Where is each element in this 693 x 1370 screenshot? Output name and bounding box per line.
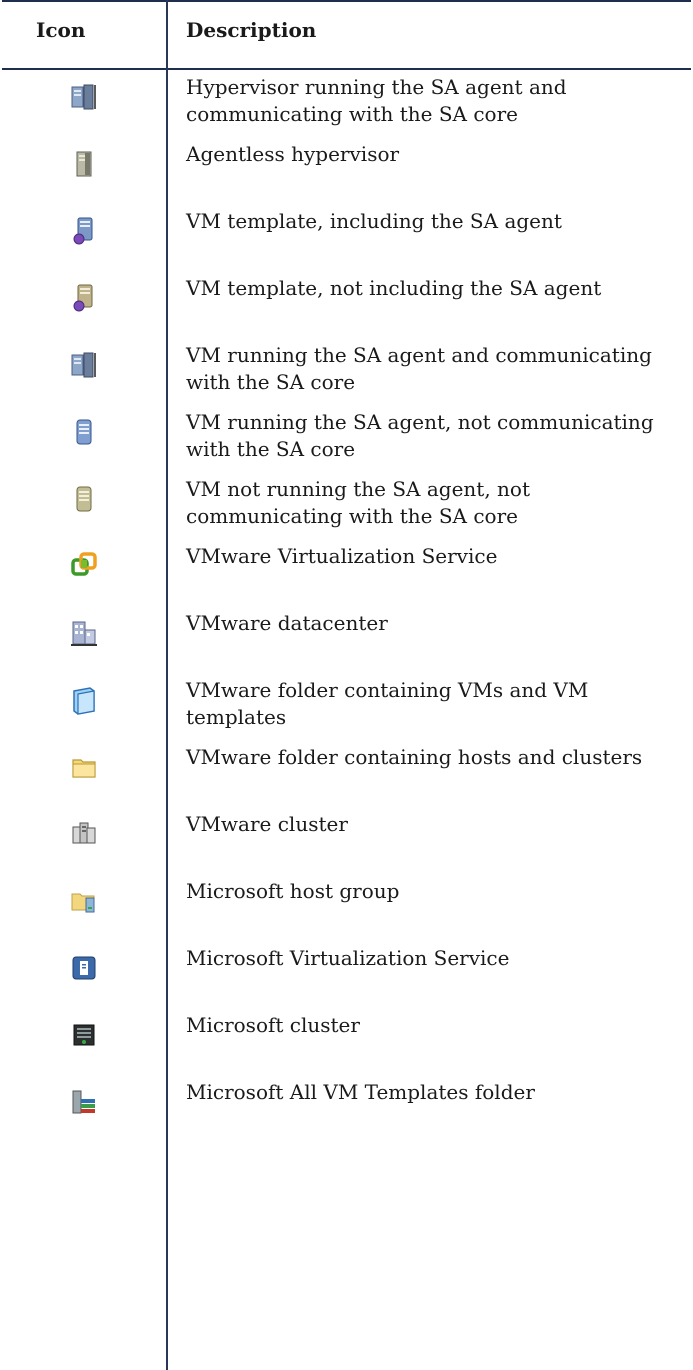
icon-cell [0,807,166,874]
row-description: VMware datacenter [186,611,388,635]
row-description: Agentless hypervisor [186,142,400,166]
icon-cell [0,874,166,941]
row-description: VM template, not including the SA agent [186,276,602,300]
microsoft-vm-templates-folder-icon [70,1087,98,1117]
vm-agent-not-communicating-icon [70,417,98,447]
icon-cell [0,137,166,204]
table-row: Microsoft All VM Templates folder [0,1075,693,1142]
row-description: VM template, including the SA agent [186,209,562,233]
table-row: VMware cluster [0,807,693,874]
microsoft-virtualization-service-icon [70,953,98,983]
icon-cell [0,1008,166,1075]
microsoft-cluster-icon [70,1020,98,1050]
icon-cell [0,673,166,740]
vmware-host-folder-icon [70,752,98,782]
hypervisor-agent-icon [70,82,98,112]
icon-cell [0,338,166,405]
icon-cell [0,740,166,807]
table-row: VM template, not including the SA agent [0,271,693,338]
table-row: Microsoft host group [0,874,693,941]
vmware-cluster-icon [70,819,98,849]
microsoft-host-group-icon [70,886,98,916]
table-row: Agentless hypervisor [0,137,693,204]
header-description: Description [186,18,317,42]
row-description: Microsoft All VM Templates folder [186,1080,535,1104]
icon-cell [0,271,166,338]
table-row: VM running the SA agent and communicatin… [0,338,693,405]
table-row: Microsoft cluster [0,1008,693,1075]
icon-description-table: Icon Description Hypervisor running the … [0,0,693,1370]
row-description: Microsoft host group [186,879,400,903]
vm-agent-communicating-icon [70,350,98,380]
table-row: Hypervisor running the SA agent and comm… [0,70,693,137]
table-row: VMware Virtualization Service [0,539,693,606]
icon-cell [0,539,166,606]
icon-cell [0,941,166,1008]
row-description: VMware folder containing VMs and VM temp… [186,678,589,729]
icon-cell [0,204,166,271]
agentless-hypervisor-icon [70,149,98,179]
row-description: Hypervisor running the SA agent and comm… [186,75,567,126]
row-description: VM running the SA agent, not communicati… [186,410,654,461]
vmware-virtualization-service-icon [70,551,98,581]
vm-template-no-agent-icon [70,283,98,313]
icon-cell [0,1075,166,1142]
row-description: VM running the SA agent and communicatin… [186,343,652,394]
row-description: VM not running the SA agent, not communi… [186,477,531,528]
icon-cell [0,405,166,472]
row-description: VMware folder containing hosts and clust… [186,745,643,769]
row-description: Microsoft cluster [186,1013,360,1037]
icon-cell [0,70,166,137]
vmware-vm-folder-icon [70,685,98,715]
table-top-rule [2,0,691,2]
row-description: Microsoft Virtualization Service [186,946,510,970]
vm-template-agent-icon [70,216,98,246]
table-row: VMware folder containing hosts and clust… [0,740,693,807]
table-row: VM template, including the SA agent [0,204,693,271]
icon-cell [0,606,166,673]
table-row: Microsoft Virtualization Service [0,941,693,1008]
icon-cell [0,472,166,539]
table-row: VMware folder containing VMs and VM temp… [0,673,693,740]
header-icon: Icon [36,18,86,42]
row-description: VMware cluster [186,812,348,836]
table-row: VM not running the SA agent, not communi… [0,472,693,539]
table-row: VM running the SA agent, not communicati… [0,405,693,472]
table-row: VMware datacenter [0,606,693,673]
vmware-datacenter-icon [70,618,98,648]
row-description: VMware Virtualization Service [186,544,498,568]
vm-no-agent-icon [70,484,98,514]
